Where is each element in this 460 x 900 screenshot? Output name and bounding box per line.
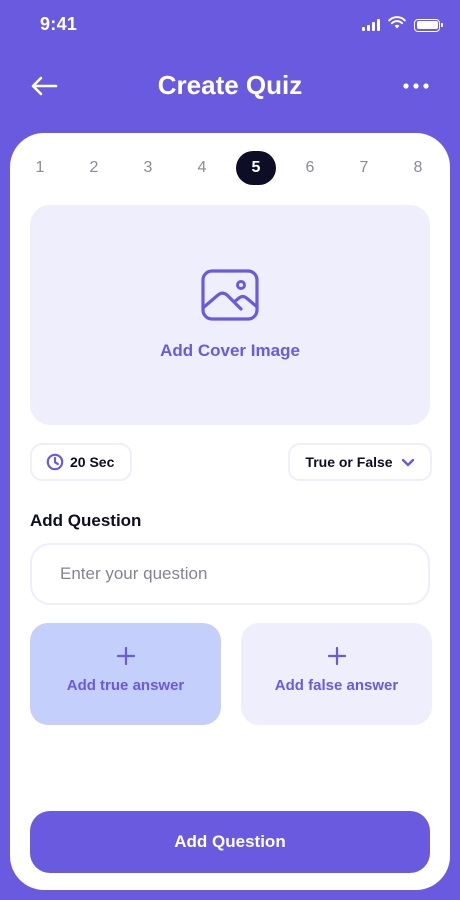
chevron-down-icon [401,458,414,466]
clock-icon [46,453,64,471]
question-input[interactable] [30,543,430,605]
timer-selector[interactable]: 20 Sec [30,443,132,481]
more-button[interactable] [400,72,432,100]
add-cover-image-button[interactable]: Add Cover Image [30,205,430,425]
step-8[interactable]: 8 [399,151,437,185]
step-4[interactable]: 4 [183,151,221,185]
add-false-answer-button[interactable]: Add false answer [241,623,432,725]
header: Create Quiz [0,60,460,112]
timer-label: 20 Sec [70,454,115,470]
question-type-label: True or False [305,454,393,470]
more-horizontal-icon [403,83,429,89]
status-time: 9:41 [40,14,78,34]
add-true-answer-button[interactable]: Add true answer [30,623,221,725]
status-bar: 9:41 [0,0,460,50]
battery-icon [414,18,443,32]
plus-icon [327,647,346,665]
step-2[interactable]: 2 [75,151,113,185]
plus-icon [116,647,135,665]
step-3[interactable]: 3 [129,151,167,185]
step-6[interactable]: 6 [291,151,329,185]
image-icon [201,269,259,321]
signal-icon [362,19,380,31]
add-false-answer-label: Add false answer [274,677,399,694]
status-icons [362,16,443,34]
step-7[interactable]: 7 [345,151,383,185]
step-indicator: 1 2 3 4 5 6 7 8 [30,151,430,185]
add-question-heading: Add Question [30,511,142,530]
add-cover-image-label: Add Cover Image [160,341,300,360]
step-5-active[interactable]: 5 [236,151,276,185]
step-1[interactable]: 1 [21,151,59,185]
wifi-icon [388,16,406,34]
add-true-answer-label: Add true answer [66,677,185,694]
page-title: Create Quiz [157,70,303,100]
question-type-dropdown[interactable]: True or False [288,443,432,481]
add-question-button[interactable]: Add Question [30,811,430,873]
quiz-card: 1 2 3 4 5 6 7 8 Add Cover Image 20 Sec T… [10,133,450,890]
